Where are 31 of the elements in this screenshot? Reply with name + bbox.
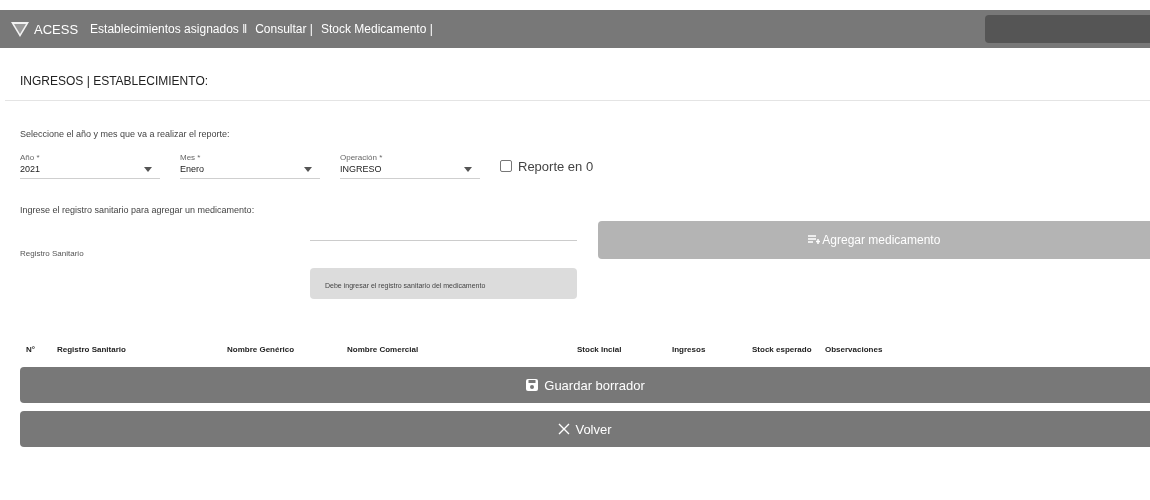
select-field[interactable]: Mes * Enero (180, 153, 320, 179)
select-field[interactable]: Operación * INGRESO (340, 153, 480, 179)
close-icon (558, 423, 571, 435)
nav-link[interactable]: Establecimientos asignados ‖ (90, 22, 248, 36)
checkbox[interactable] (500, 160, 512, 172)
dropdown-caret-icon (304, 166, 312, 172)
column-header: Nombre Genérico (227, 344, 296, 354)
page-title: INGRESOS | ESTABLECIMIENTO: (20, 74, 210, 90)
column-header: Stock Incial (577, 344, 623, 354)
checkbox-label: Reporte en 0 (518, 158, 594, 174)
instruction-text: Ingrese el registro sanitario para agregar un medicamento: (20, 205, 256, 215)
column-header: Registro Sanitario (57, 344, 127, 354)
column-header: N° (25, 344, 36, 354)
add-list-icon (807, 234, 820, 244)
save-icon (525, 378, 540, 392)
user-menu[interactable] (985, 15, 1150, 43)
dropdown-caret-icon (144, 166, 152, 172)
instruction-text: Seleccione el año y mes que va a realizar el reporte: (20, 129, 231, 139)
back-button[interactable]: Volver (20, 411, 1150, 447)
column-header: Ingresos (672, 344, 707, 354)
shield-logo-icon (10, 20, 30, 38)
field-label: Registro Sanitario (20, 249, 85, 258)
dropdown-caret-icon (464, 166, 472, 172)
column-header: Stock esperado (752, 344, 813, 354)
column-header: Nombre Comercial (347, 344, 420, 354)
brand-name[interactable]: ACESS (34, 21, 79, 37)
column-header: Observaciones (825, 344, 883, 354)
nav-link[interactable]: Consultar | (255, 22, 313, 36)
select-field[interactable]: Año * 2021 (20, 153, 160, 179)
save-draft-button[interactable]: Guardar borrador (20, 367, 1150, 403)
nav-link[interactable]: Stock Medicamento | (320, 22, 433, 36)
